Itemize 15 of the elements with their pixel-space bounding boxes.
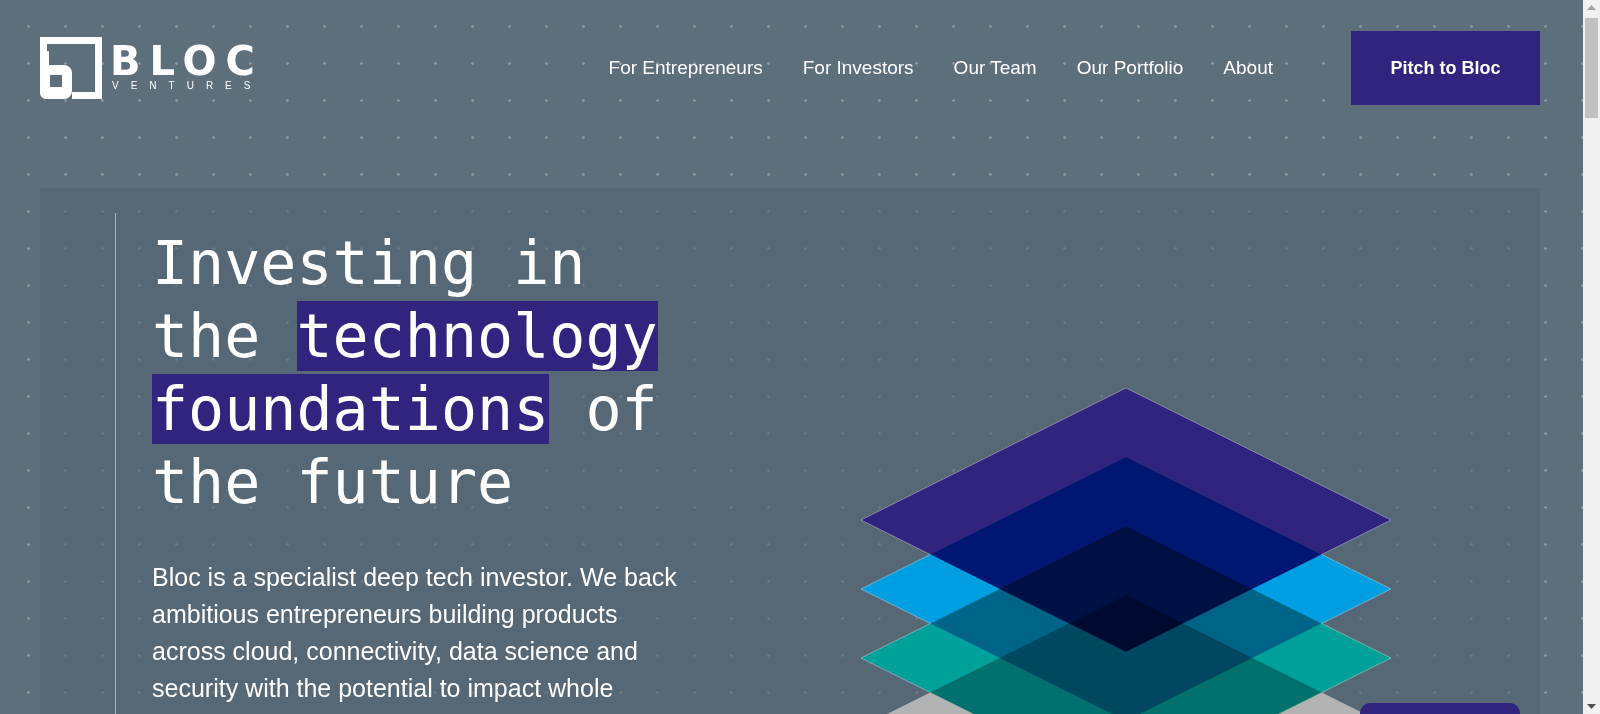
logo-icon: [40, 37, 102, 99]
nav-link[interactable]: Our Team: [953, 57, 1037, 79]
scrollbar[interactable]: [1583, 0, 1600, 714]
pitch-button[interactable]: Pitch to Bloc: [1351, 31, 1540, 105]
logo-name: BLOC: [110, 44, 264, 78]
nav-link[interactable]: For Investors: [802, 57, 914, 79]
nav-link[interactable]: About: [1223, 57, 1273, 79]
scroll-down-icon[interactable]: [1587, 704, 1596, 709]
scrollbar-thumb[interactable]: [1585, 18, 1598, 118]
nav-link[interactable]: For Entrepreneurs: [608, 57, 763, 79]
scroll-up-icon[interactable]: [1587, 5, 1596, 10]
intro-paragraph: Bloc is a specialist deep tech investor. We back ambitious entrepreneurs building products across cloud, connectivity, data science and security with the potential to impact whole: [152, 562, 678, 704]
hero-heading: Investing in the technology foundations of the future: [152, 227, 659, 519]
nav-link[interactable]: Our Portfolio: [1076, 57, 1184, 79]
logo-tagline: VENTURES: [111, 80, 264, 92]
